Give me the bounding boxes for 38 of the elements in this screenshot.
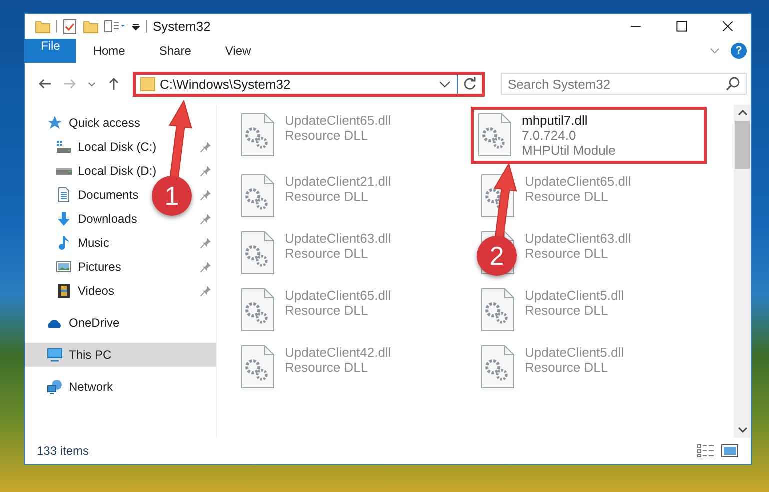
sidebar-label[interactable]: Pictures [78,260,122,274]
sidebar-item[interactable]: This PC [25,343,216,367]
file-detail: Resource DLL [525,246,610,261]
file-detail: Resource DLL [525,303,610,318]
sidebar-label: OneDrive [69,316,120,330]
sidebar-label[interactable]: Music [78,236,110,250]
file-detail: Resource DLL [285,189,370,204]
file-detail: Resource DLL [525,360,610,375]
address-bar[interactable]: C:\Windows\System32 [133,72,485,96]
search-field[interactable]: Search System32 [501,73,747,95]
sidebar-label: Network [69,380,114,394]
file-detail: MHPUtil Module [522,143,616,158]
sidebar-label: Quick access [69,116,140,130]
window-title: System32 [153,19,211,34]
file-detail: 7.0.724.0 [522,128,578,143]
sidebar-item[interactable]: Quick access [25,111,216,135]
ribbon-tab[interactable]: Home [76,39,142,63]
ribbon-tab[interactable]: Share [142,39,208,63]
help-button[interactable]: ? [731,43,747,59]
file-menu-tab[interactable]: File [25,39,76,63]
sidebar-label[interactable]: Videos [78,284,114,298]
file-detail: Resource DLL [285,303,370,318]
file-name[interactable]: mhputil7.dll [522,113,616,128]
file-detail: Resource DLL [285,360,370,375]
file-detail: Resource DLL [285,128,370,143]
ribbon-tab[interactable]: View [208,39,268,63]
sidebar-item[interactable]: Network [25,375,216,399]
file-detail: Resource DLL [525,189,610,204]
sidebar-label[interactable]: Local Disk (C:) [78,140,157,154]
item-count: 133 items [37,444,90,458]
sidebar-label[interactable]: Downloads [78,212,138,226]
sidebar-label: This PC [69,348,112,362]
highlighted-file-item[interactable]: mhputil7.dll 7.0.724.0 MHPUtil Module [471,107,707,164]
sidebar-item[interactable]: OneDrive [25,311,216,335]
file-detail: Resource DLL [285,246,370,261]
sidebar-label[interactable]: Documents [78,188,139,202]
address-path: C:\Windows\System32 [160,76,292,92]
sidebar-label[interactable]: Local Disk (D:) [78,164,157,178]
